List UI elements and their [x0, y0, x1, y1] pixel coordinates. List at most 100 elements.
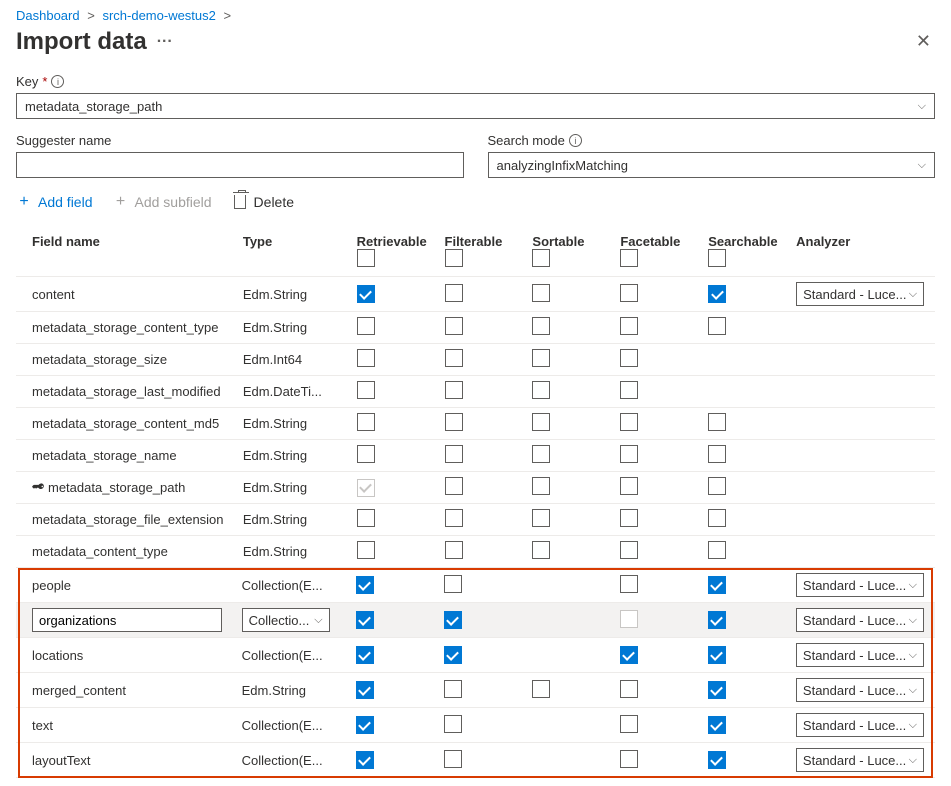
checkbox[interactable]: [357, 381, 375, 399]
checkbox[interactable]: [708, 413, 726, 431]
table-row[interactable]: metadata_storage_nameEdm.String: [16, 440, 935, 472]
checkbox[interactable]: [532, 413, 550, 431]
analyzer-select[interactable]: Standard - Luce...⌵: [796, 608, 924, 632]
checkbox[interactable]: [620, 349, 638, 367]
checkbox[interactable]: [445, 349, 463, 367]
checkbox[interactable]: [620, 575, 638, 593]
field-name-input[interactable]: [32, 608, 222, 632]
info-icon[interactable]: i: [51, 75, 64, 88]
checkbox[interactable]: [357, 285, 375, 303]
table-row[interactable]: Collectio...⌵ Standard - Luce...⌵: [16, 603, 935, 638]
add-field-button[interactable]: + Add field: [16, 194, 92, 210]
searchmode-select[interactable]: analyzingInfixMatching ⌵: [488, 152, 936, 178]
checkbox[interactable]: [445, 541, 463, 559]
checkbox[interactable]: [620, 715, 638, 733]
checkbox[interactable]: [444, 611, 462, 629]
analyzer-select[interactable]: Standard - Luce...⌵: [796, 713, 924, 737]
checkbox[interactable]: [620, 284, 638, 302]
checkbox[interactable]: [532, 349, 550, 367]
checkbox[interactable]: [444, 680, 462, 698]
checkbox[interactable]: [356, 576, 374, 594]
checkbox[interactable]: [444, 750, 462, 768]
table-row[interactable]: merged_contentEdm.StringStandard - Luce.…: [16, 673, 935, 708]
checkbox[interactable]: [708, 317, 726, 335]
checkbox[interactable]: [708, 285, 726, 303]
key-select[interactable]: metadata_storage_path ⌵: [16, 93, 935, 119]
checkbox[interactable]: [708, 751, 726, 769]
table-row[interactable]: textCollection(E...Standard - Luce...⌵: [16, 708, 935, 743]
checkbox[interactable]: [620, 750, 638, 768]
checkbox[interactable]: [444, 715, 462, 733]
retrievable-all-checkbox[interactable]: [357, 249, 375, 267]
checkbox[interactable]: [532, 445, 550, 463]
filterable-all-checkbox[interactable]: [445, 249, 463, 267]
checkbox[interactable]: [357, 317, 375, 335]
checkbox[interactable]: [356, 646, 374, 664]
checkbox[interactable]: [356, 681, 374, 699]
table-row[interactable]: metadata_storage_file_extensionEdm.Strin…: [16, 504, 935, 536]
checkbox[interactable]: [708, 477, 726, 495]
checkbox[interactable]: [620, 381, 638, 399]
checkbox[interactable]: [532, 381, 550, 399]
checkbox[interactable]: [356, 716, 374, 734]
checkbox[interactable]: [444, 646, 462, 664]
checkbox[interactable]: [357, 479, 375, 497]
analyzer-select[interactable]: Standard - Luce...⌵: [796, 282, 924, 306]
sortable-all-checkbox[interactable]: [532, 249, 550, 267]
checkbox[interactable]: [356, 611, 374, 629]
table-row[interactable]: locationsCollection(E...Standard - Luce.…: [16, 638, 935, 673]
type-select[interactable]: Collectio...⌵: [242, 608, 330, 632]
more-actions-button[interactable]: ···: [157, 33, 173, 51]
close-button[interactable]: ✕: [912, 27, 935, 56]
checkbox[interactable]: [620, 445, 638, 463]
checkbox[interactable]: [620, 509, 638, 527]
checkbox[interactable]: [445, 413, 463, 431]
table-row[interactable]: metadata_content_typeEdm.String: [16, 536, 935, 568]
table-row[interactable]: peopleCollection(E...Standard - Luce...⌵: [16, 568, 935, 603]
analyzer-select[interactable]: Standard - Luce...⌵: [796, 678, 924, 702]
checkbox[interactable]: [445, 381, 463, 399]
checkbox[interactable]: [532, 680, 550, 698]
checkbox[interactable]: [445, 445, 463, 463]
checkbox[interactable]: [620, 413, 638, 431]
checkbox[interactable]: [532, 541, 550, 559]
checkbox[interactable]: [532, 509, 550, 527]
checkbox[interactable]: [445, 317, 463, 335]
checkbox[interactable]: [708, 445, 726, 463]
checkbox[interactable]: [357, 349, 375, 367]
checkbox[interactable]: [708, 716, 726, 734]
analyzer-select[interactable]: Standard - Luce...⌵: [796, 573, 924, 597]
checkbox[interactable]: [444, 575, 462, 593]
table-row[interactable]: metadata_storage_sizeEdm.Int64: [16, 344, 935, 376]
checkbox[interactable]: [620, 477, 638, 495]
table-row[interactable]: metadata_storage_last_modifiedEdm.DateTi…: [16, 376, 935, 408]
checkbox[interactable]: [445, 284, 463, 302]
checkbox[interactable]: [356, 751, 374, 769]
checkbox[interactable]: [708, 576, 726, 594]
table-row[interactable]: layoutTextCollection(E...Standard - Luce…: [16, 743, 935, 778]
checkbox[interactable]: [357, 445, 375, 463]
breadcrumb-resource[interactable]: srch-demo-westus2: [102, 8, 215, 23]
checkbox[interactable]: [708, 611, 726, 629]
analyzer-select[interactable]: Standard - Luce...⌵: [796, 748, 924, 772]
info-icon[interactable]: i: [569, 134, 582, 147]
facetable-all-checkbox[interactable]: [620, 249, 638, 267]
checkbox[interactable]: [532, 477, 550, 495]
checkbox[interactable]: [357, 413, 375, 431]
analyzer-select[interactable]: Standard - Luce...⌵: [796, 643, 924, 667]
table-row[interactable]: contentEdm.StringStandard - Luce...⌵: [16, 277, 935, 312]
checkbox[interactable]: [532, 284, 550, 302]
searchable-all-checkbox[interactable]: [708, 249, 726, 267]
checkbox[interactable]: [620, 541, 638, 559]
table-row[interactable]: metadata_storage_content_typeEdm.String: [16, 312, 935, 344]
checkbox[interactable]: [532, 317, 550, 335]
breadcrumb-dashboard[interactable]: Dashboard: [16, 8, 80, 23]
checkbox[interactable]: [708, 541, 726, 559]
checkbox[interactable]: [620, 317, 638, 335]
checkbox[interactable]: [620, 680, 638, 698]
table-row[interactable]: metadata_storage_pathEdm.String: [16, 472, 935, 504]
checkbox[interactable]: [357, 509, 375, 527]
delete-button[interactable]: Delete: [232, 194, 294, 210]
table-row[interactable]: metadata_storage_content_md5Edm.String: [16, 408, 935, 440]
checkbox[interactable]: [620, 646, 638, 664]
